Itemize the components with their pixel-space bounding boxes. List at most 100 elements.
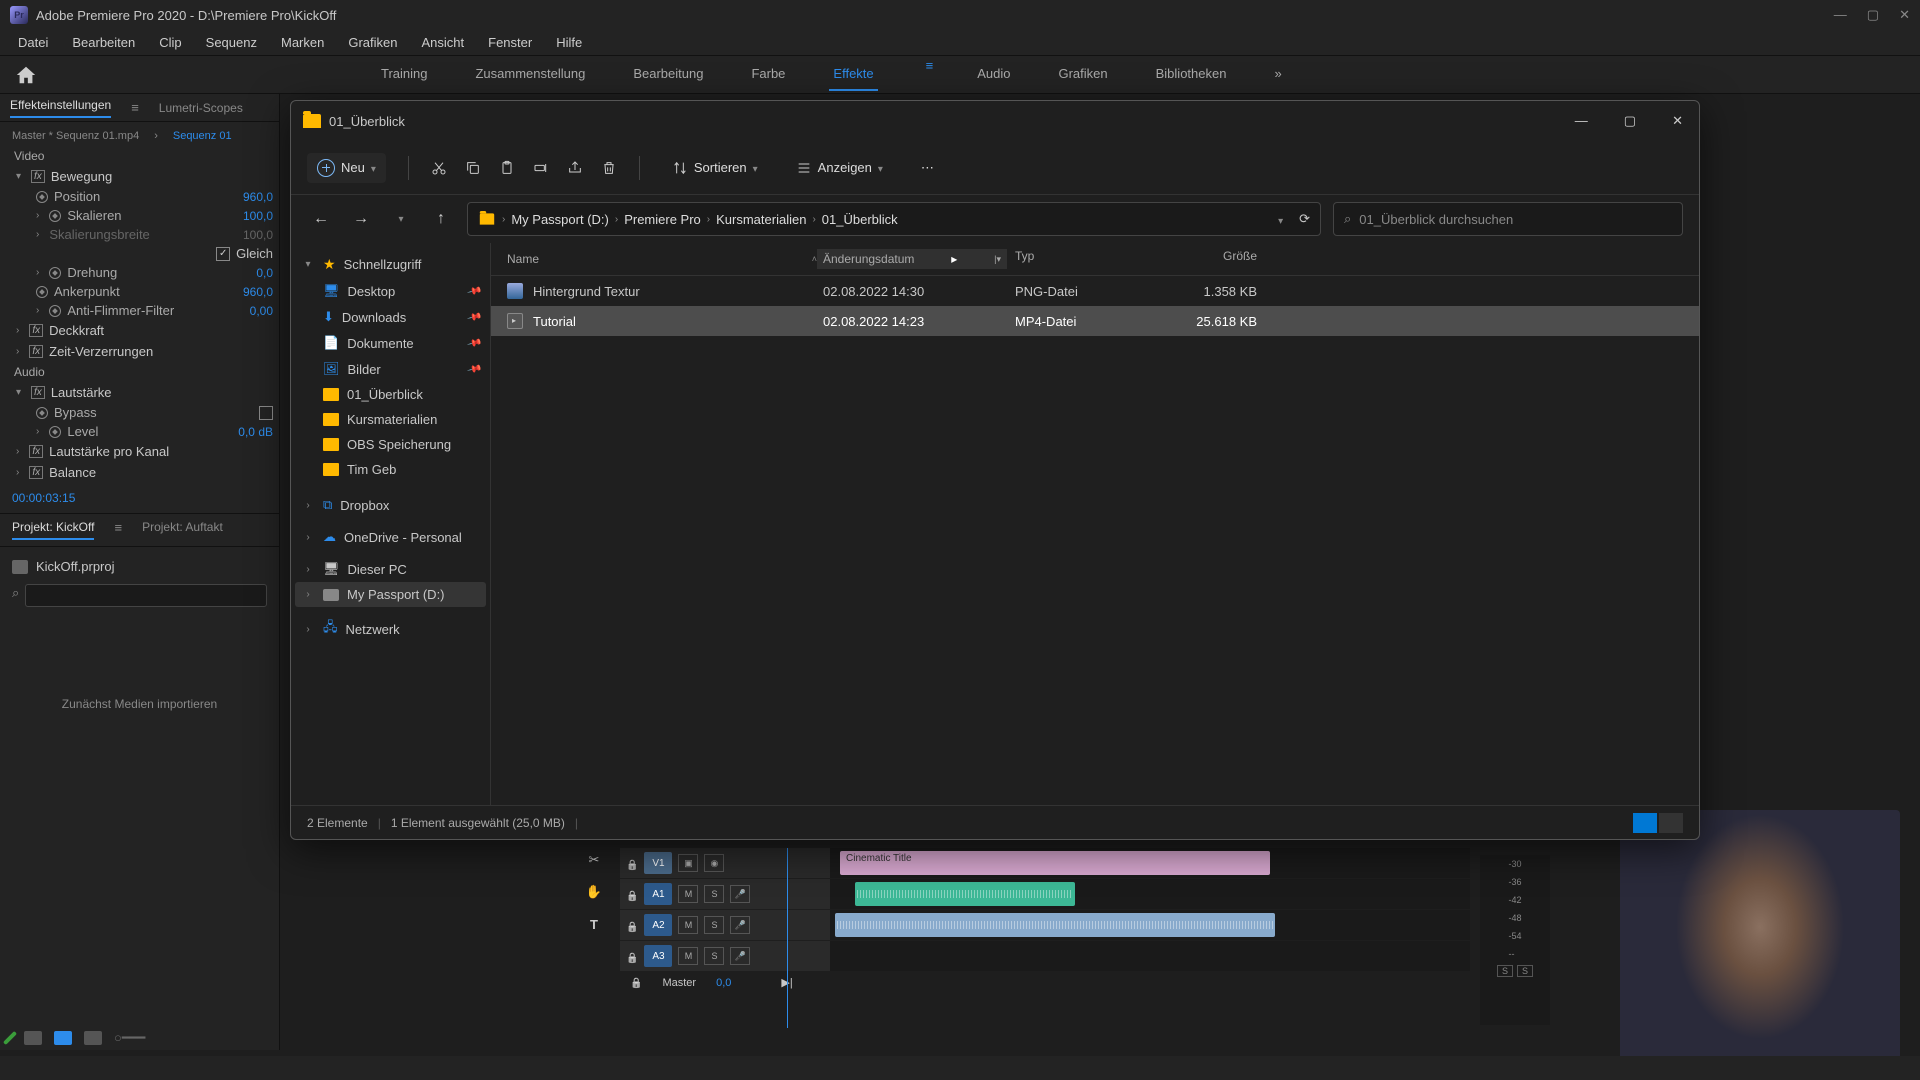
workspace-training[interactable]: Training xyxy=(377,58,431,91)
fx-icon[interactable]: fx xyxy=(29,324,43,337)
import-hint[interactable]: Zunächst Medien importieren xyxy=(12,697,267,711)
breadcrumb-item[interactable]: 01_Überblick xyxy=(822,212,898,227)
column-type[interactable]: Typ xyxy=(1007,249,1157,269)
sort-button[interactable]: Sortieren xyxy=(662,154,768,182)
uniform-scale-checkbox[interactable] xyxy=(216,247,230,261)
audio-clip[interactable] xyxy=(855,882,1075,906)
time-remap-label[interactable]: Zeit-Verzerrungen xyxy=(49,344,153,359)
file-row[interactable]: Hintergrund Textur 02.08.2022 14:30 PNG-… xyxy=(491,276,1699,306)
menu-graphics[interactable]: Grafiken xyxy=(338,32,407,53)
keyframe-toggle-icon[interactable] xyxy=(36,407,48,419)
workspace-libraries[interactable]: Bibliotheken xyxy=(1152,58,1231,91)
anchor-value[interactable]: 960,0 xyxy=(243,285,273,299)
cut-icon[interactable] xyxy=(431,160,447,176)
expand-icon[interactable]: › xyxy=(16,346,19,357)
nav-history-button[interactable] xyxy=(387,205,415,233)
expand-icon[interactable]: › xyxy=(16,467,19,478)
delete-icon[interactable] xyxy=(601,160,617,176)
fx-icon[interactable]: fx xyxy=(31,386,45,399)
explorer-close-button[interactable]: ✕ xyxy=(1668,109,1687,133)
nav-back-button[interactable]: ← xyxy=(307,205,335,233)
voiceover-icon[interactable]: 🎤 xyxy=(730,916,750,934)
sidebar-thispc[interactable]: ›🖥Dieser PC xyxy=(295,556,486,582)
balance-label[interactable]: Balance xyxy=(49,465,96,480)
solo-left-button[interactable]: S xyxy=(1497,965,1513,977)
pin-icon[interactable]: 📌 xyxy=(466,335,482,351)
workspace-audio[interactable]: Audio xyxy=(973,58,1014,91)
nav-up-button[interactable]: ↑ xyxy=(427,205,455,233)
expand-icon[interactable]: › xyxy=(16,446,19,457)
explorer-maximize-button[interactable]: ▢ xyxy=(1620,109,1640,133)
pin-icon[interactable]: 📌 xyxy=(466,361,482,377)
column-date[interactable]: Änderungsdatum▸|▾ xyxy=(817,249,1007,269)
explorer-search-input[interactable]: ⌕ 01_Überblick durchsuchen xyxy=(1333,202,1683,236)
solo-button[interactable]: S xyxy=(704,885,724,903)
bypass-checkbox[interactable] xyxy=(259,406,273,420)
sidebar-overview[interactable]: 01_Überblick xyxy=(295,382,486,407)
nav-forward-button[interactable]: → xyxy=(347,205,375,233)
keyframe-toggle-icon[interactable] xyxy=(36,286,48,298)
zoom-slider[interactable]: ○━━━ xyxy=(114,1030,145,1046)
type-tool-icon[interactable]: T xyxy=(580,912,608,936)
menu-markers[interactable]: Marken xyxy=(271,32,334,53)
view-button[interactable]: Anzeigen xyxy=(786,154,893,182)
audio-clip[interactable] xyxy=(835,913,1275,937)
menu-file[interactable]: Datei xyxy=(8,32,58,53)
sidebar-obs[interactable]: OBS Speicherung xyxy=(295,432,486,457)
copy-icon[interactable] xyxy=(465,160,481,176)
sidebar-quickaccess[interactable]: ▾★Schnellzugriff xyxy=(295,251,486,278)
hand-tool-icon[interactable]: ✋ xyxy=(580,880,608,904)
workspace-overflow-icon[interactable]: » xyxy=(1270,58,1285,91)
fx-icon[interactable]: fx xyxy=(29,445,43,458)
voiceover-icon[interactable]: 🎤 xyxy=(730,947,750,965)
fx-icon[interactable]: fx xyxy=(29,345,43,358)
menu-window[interactable]: Fenster xyxy=(478,32,542,53)
fx-icon[interactable]: fx xyxy=(29,466,43,479)
solo-button[interactable]: S xyxy=(704,947,724,965)
tab-project-kickoff[interactable]: Projekt: KickOff xyxy=(12,520,94,540)
list-view-icon[interactable] xyxy=(24,1031,42,1045)
column-name[interactable]: Name˄ xyxy=(507,249,817,269)
fx-icon[interactable]: fx xyxy=(31,170,45,183)
solo-button[interactable]: S xyxy=(704,916,724,934)
track-a1-label[interactable]: A1 xyxy=(644,883,672,905)
sidebar-documents[interactable]: 📄Dokumente📌 xyxy=(295,330,486,356)
new-item-icon[interactable] xyxy=(3,1031,17,1045)
more-button[interactable]: ⋯ xyxy=(911,154,944,182)
scale-value[interactable]: 100,0 xyxy=(243,209,273,223)
opacity-label[interactable]: Deckkraft xyxy=(49,323,104,338)
collapse-icon[interactable]: ▾ xyxy=(16,387,21,398)
breadcrumb-item[interactable]: My Passport (D:) xyxy=(511,212,609,227)
expand-icon[interactable]: › xyxy=(36,305,39,316)
menu-clip[interactable]: Clip xyxy=(149,32,191,53)
refresh-button[interactable]: ⟳ xyxy=(1299,211,1310,227)
thumbnails-view-button[interactable] xyxy=(1659,813,1683,833)
share-icon[interactable] xyxy=(567,160,583,176)
panel-menu-icon[interactable]: ≡ xyxy=(131,100,139,115)
motion-label[interactable]: Bewegung xyxy=(51,169,112,184)
breadcrumb-item[interactable]: Kursmaterialien xyxy=(716,212,806,227)
minimize-button[interactable]: — xyxy=(1834,7,1847,23)
project-search-input[interactable] xyxy=(25,584,267,607)
breadcrumb[interactable]: › My Passport (D:) › Premiere Pro › Kurs… xyxy=(467,202,1321,236)
lock-track-icon[interactable] xyxy=(626,949,638,964)
workspace-color[interactable]: Farbe xyxy=(747,58,789,91)
lock-track-icon[interactable] xyxy=(626,856,638,871)
position-value[interactable]: 960,0 xyxy=(243,190,273,204)
sequence-label[interactable]: Sequenz 01 xyxy=(173,130,232,142)
menu-view[interactable]: Ansicht xyxy=(411,32,474,53)
menu-edit[interactable]: Bearbeiten xyxy=(62,32,145,53)
pin-icon[interactable]: 📌 xyxy=(466,283,482,299)
sidebar-desktop[interactable]: 🖥Desktop📌 xyxy=(295,278,486,304)
effect-controls-timecode[interactable]: 00:00:03:15 xyxy=(0,483,279,513)
toggle-output-icon[interactable]: ▣ xyxy=(678,854,698,872)
tab-project-auftakt[interactable]: Projekt: Auftakt xyxy=(142,520,223,540)
close-button[interactable]: ✕ xyxy=(1899,7,1910,23)
track-v1-label[interactable]: V1 xyxy=(644,852,672,874)
workspace-assembly[interactable]: Zusammenstellung xyxy=(471,58,589,91)
menu-sequence[interactable]: Sequenz xyxy=(196,32,267,53)
keyframe-toggle-icon[interactable] xyxy=(49,210,61,222)
lock-track-icon[interactable] xyxy=(626,918,638,933)
new-button[interactable]: Neu xyxy=(307,153,386,183)
track-a3-label[interactable]: A3 xyxy=(644,945,672,967)
